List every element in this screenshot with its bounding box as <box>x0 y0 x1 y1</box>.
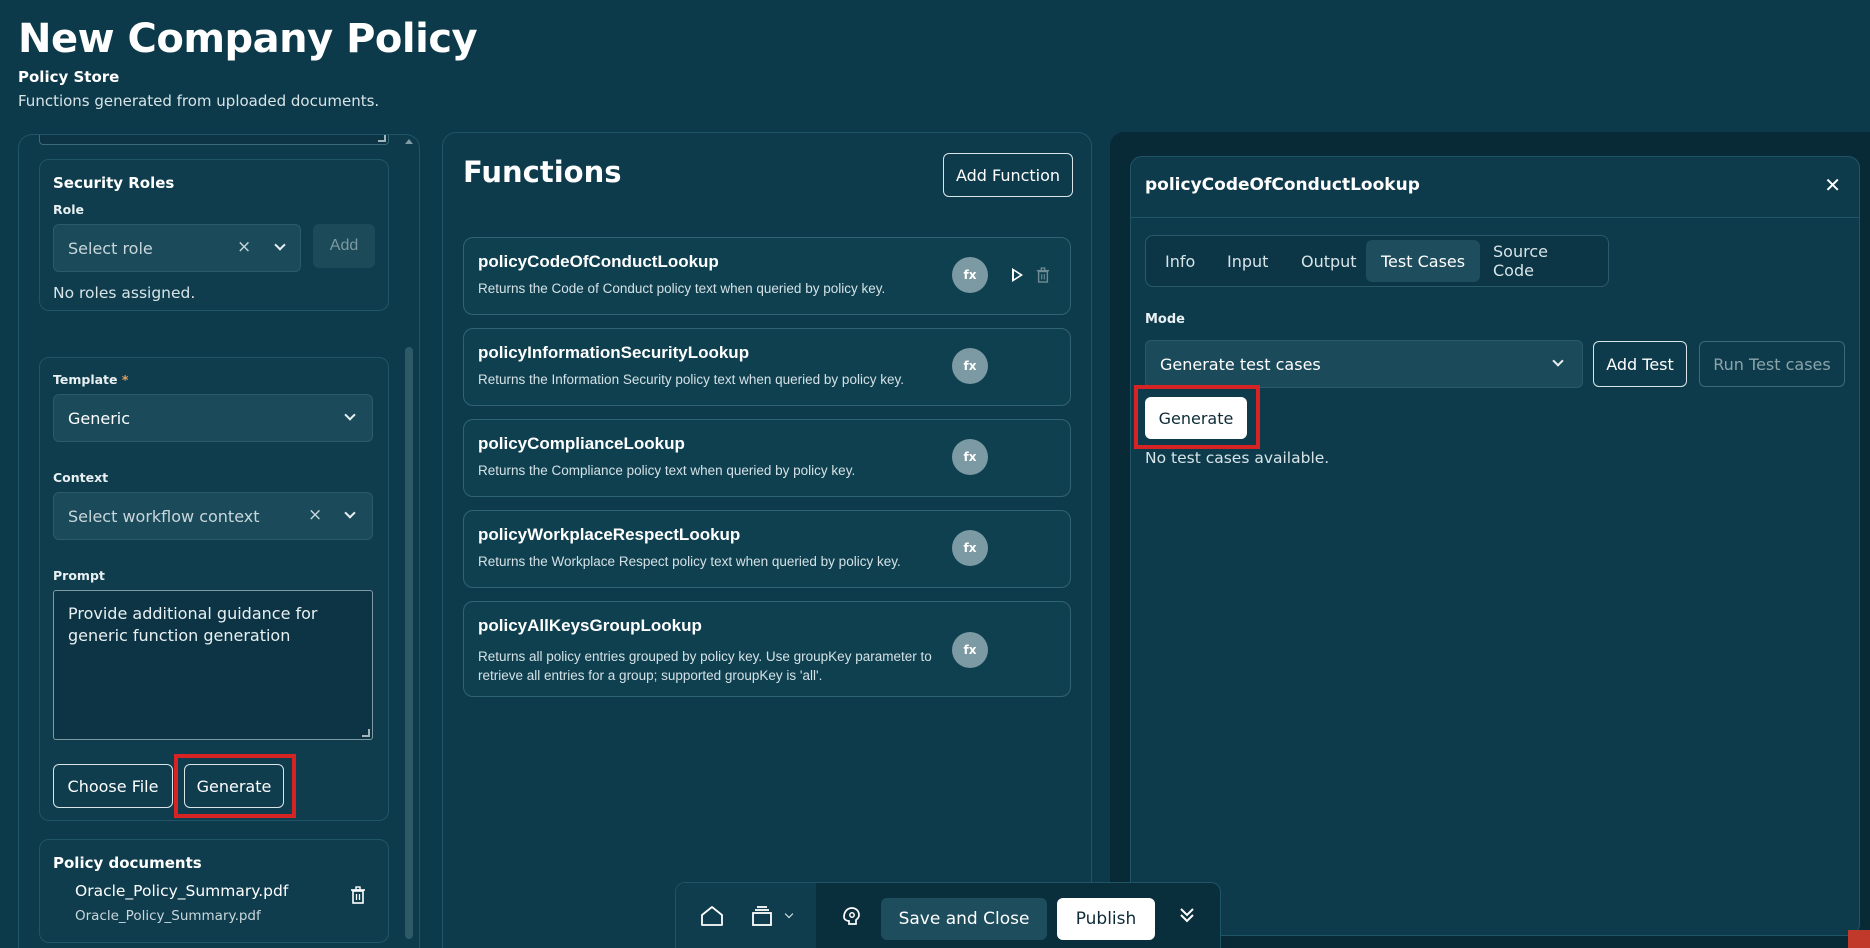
role-select-placeholder: Select role <box>68 238 153 258</box>
function-card[interactable]: policyComplianceLookup Returns the Compl… <box>463 419 1071 497</box>
resize-grip-icon[interactable] <box>378 135 386 142</box>
prompt-text: Provide additional guidance for generic … <box>68 604 318 645</box>
template-select[interactable]: Generic <box>53 394 373 442</box>
resize-grip-icon[interactable] <box>362 729 370 737</box>
context-select-placeholder: Select workflow context <box>68 506 260 526</box>
chevron-down-icon[interactable] <box>344 409 356 421</box>
left-panel: Security Roles Role Select role × Add No… <box>18 134 420 948</box>
run-test-cases-button[interactable]: Run Test cases <box>1699 341 1845 387</box>
scroll-up-icon[interactable] <box>405 139 413 144</box>
add-function-button[interactable]: Add Function <box>943 153 1073 197</box>
page-title: New Company Policy <box>18 16 478 62</box>
no-test-cases-text: No test cases available. <box>1145 449 1330 467</box>
scrollbar-thumb[interactable] <box>405 347 413 939</box>
double-chevron-down-icon[interactable] <box>1178 905 1196 925</box>
role-select[interactable]: Select role × <box>53 224 301 272</box>
fx-icon[interactable]: fx <box>952 632 988 668</box>
add-role-button[interactable]: Add <box>313 224 375 268</box>
document-name[interactable]: Oracle_Policy_Summary.pdf <box>75 882 288 900</box>
template-label: Template * <box>53 372 128 387</box>
chevron-down-icon[interactable] <box>784 909 794 919</box>
document-filename: Oracle_Policy_Summary.pdf <box>75 908 261 924</box>
function-card[interactable]: policyInformationSecurityLookup Returns … <box>463 328 1071 406</box>
divider <box>1131 217 1859 218</box>
tab-test-cases[interactable]: Test Cases <box>1366 240 1481 282</box>
functions-title: Functions <box>463 155 622 189</box>
chevron-down-icon[interactable] <box>344 507 356 519</box>
function-description: Returns the Workplace Respect policy tex… <box>478 554 901 569</box>
tab-source-code[interactable]: Source Code <box>1478 240 1608 282</box>
fx-icon[interactable]: fx <box>952 257 988 293</box>
save-and-close-button[interactable]: Save and Close <box>881 898 1047 940</box>
clear-icon[interactable]: × <box>308 505 322 525</box>
fx-icon[interactable]: fx <box>952 348 988 384</box>
play-icon[interactable] <box>1012 268 1023 282</box>
function-detail-panel: policyCodeOfConductLookup ✕ Info Input O… <box>1130 156 1860 936</box>
trash-icon[interactable] <box>350 886 366 904</box>
choose-file-button[interactable]: Choose File <box>53 764 173 808</box>
tab-input[interactable]: Input <box>1212 240 1283 282</box>
function-description: Returns all policy entries grouped by po… <box>478 649 932 683</box>
function-name: policyComplianceLookup <box>478 434 685 453</box>
functions-panel: Functions Add Function policyCodeOfCondu… <box>442 132 1092 948</box>
role-label: Role <box>53 202 84 217</box>
function-card[interactable]: policyCodeOfConductLookup Returns the Co… <box>463 237 1071 315</box>
function-card[interactable]: policyWorkplaceRespectLookup Returns the… <box>463 510 1071 588</box>
function-description: Returns the Information Security policy … <box>478 372 904 387</box>
template-select-value: Generic <box>68 408 131 428</box>
page-description: Functions generated from uploaded docume… <box>18 92 380 110</box>
context-select[interactable]: Select workflow context × <box>53 492 373 540</box>
detail-tabs: Info Input Output Test Cases Source Code <box>1145 235 1609 287</box>
prompt-textarea[interactable]: Provide additional guidance for generic … <box>53 590 373 740</box>
mode-select-value: Generate test cases <box>1160 354 1321 374</box>
left-scrollbar[interactable] <box>405 135 417 948</box>
bottom-toolbar: Save and Close Publish <box>675 882 1221 948</box>
security-roles-title: Security Roles <box>53 174 175 192</box>
mode-label: Mode <box>1145 312 1185 327</box>
clear-icon[interactable]: × <box>237 237 251 257</box>
highlight-box <box>174 754 296 818</box>
context-label: Context <box>53 470 109 485</box>
function-name: policyInformationSecurityLookup <box>478 343 750 362</box>
page-subtitle: Policy Store <box>18 68 120 86</box>
add-test-button[interactable]: Add Test <box>1593 341 1687 387</box>
toolbar-nav-group <box>676 883 816 948</box>
fx-icon[interactable]: fx <box>952 439 988 475</box>
chevron-down-icon[interactable] <box>1552 355 1564 367</box>
function-name: policyWorkplaceRespectLookup <box>478 525 741 544</box>
tab-info[interactable]: Info <box>1150 240 1210 282</box>
corner-indicator <box>1848 930 1870 948</box>
policy-documents-card: Policy documents Oracle_Policy_Summary.p… <box>39 839 389 943</box>
no-roles-text: No roles assigned. <box>53 284 196 302</box>
function-description: Returns the Code of Conduct policy text … <box>478 281 886 296</box>
page-header: New Company Policy Policy Store Function… <box>18 14 478 110</box>
function-description: Returns the Compliance policy text when … <box>478 463 856 478</box>
mode-select[interactable]: Generate test cases <box>1145 340 1583 388</box>
previous-field[interactable] <box>39 135 389 145</box>
policy-documents-title: Policy documents <box>53 854 202 872</box>
highlight-box <box>1134 385 1260 449</box>
template-label-text: Template <box>53 372 118 387</box>
generation-card: Template * Generic Context Select workfl… <box>39 357 389 821</box>
security-roles-card: Security Roles Role Select role × Add No… <box>39 159 389 311</box>
detail-title: policyCodeOfConductLookup <box>1145 175 1420 195</box>
required-mark: * <box>121 372 129 387</box>
fx-icon[interactable]: fx <box>952 530 988 566</box>
close-icon[interactable]: ✕ <box>1824 173 1841 198</box>
layers-icon[interactable] <box>750 905 774 927</box>
chevron-down-icon[interactable] <box>274 239 286 251</box>
prompt-label: Prompt <box>53 568 105 583</box>
ai-assistant-icon[interactable] <box>840 905 862 927</box>
home-icon[interactable] <box>700 905 724 927</box>
trash-icon[interactable] <box>1036 267 1050 283</box>
publish-button[interactable]: Publish <box>1057 898 1155 940</box>
tab-output[interactable]: Output <box>1286 240 1372 282</box>
function-card[interactable]: policyAllKeysGroupLookup Returns all pol… <box>463 601 1071 697</box>
function-name: policyCodeOfConductLookup <box>478 252 719 271</box>
function-name: policyAllKeysGroupLookup <box>478 616 702 635</box>
